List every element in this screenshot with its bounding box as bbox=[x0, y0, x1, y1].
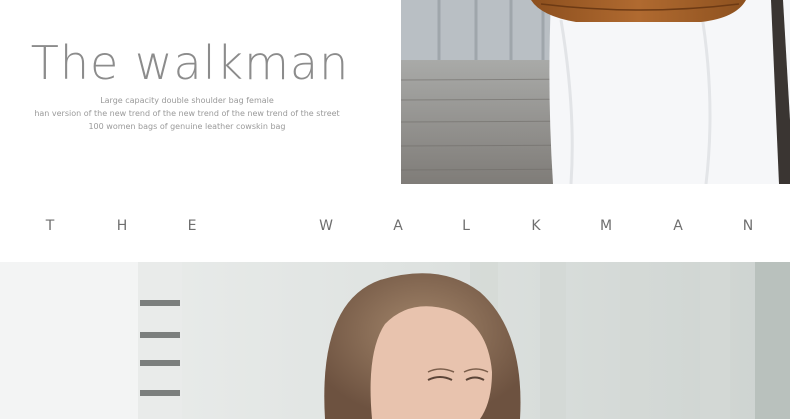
model-portrait-photo bbox=[0, 262, 790, 419]
product-photo-top bbox=[401, 0, 790, 184]
spaced-heading: T H E W A L K M A N bbox=[0, 218, 790, 234]
heading-letter: K bbox=[531, 218, 541, 234]
heading-letter: W bbox=[319, 218, 333, 234]
subtitle-line-2: han version of the new trend of the new … bbox=[34, 109, 340, 118]
heading-letter: M bbox=[599, 218, 613, 234]
heading-letter: L bbox=[462, 218, 470, 234]
subtitle-line-3: 100 women bags of genuine leather cowski… bbox=[88, 122, 286, 131]
heading-letter: A bbox=[393, 218, 403, 234]
heading-letter: T bbox=[45, 218, 55, 234]
product-photo-illustration bbox=[401, 0, 790, 184]
heading-letter: H bbox=[116, 218, 128, 234]
model-portrait-illustration bbox=[0, 262, 790, 419]
hero-title: The walkman bbox=[30, 36, 350, 90]
heading-letter: N bbox=[742, 218, 754, 234]
subtitle-line-1: Large capacity double shoulder bag femal… bbox=[100, 96, 274, 105]
heading-letter: A bbox=[673, 218, 683, 234]
heading-letter: E bbox=[187, 218, 197, 234]
